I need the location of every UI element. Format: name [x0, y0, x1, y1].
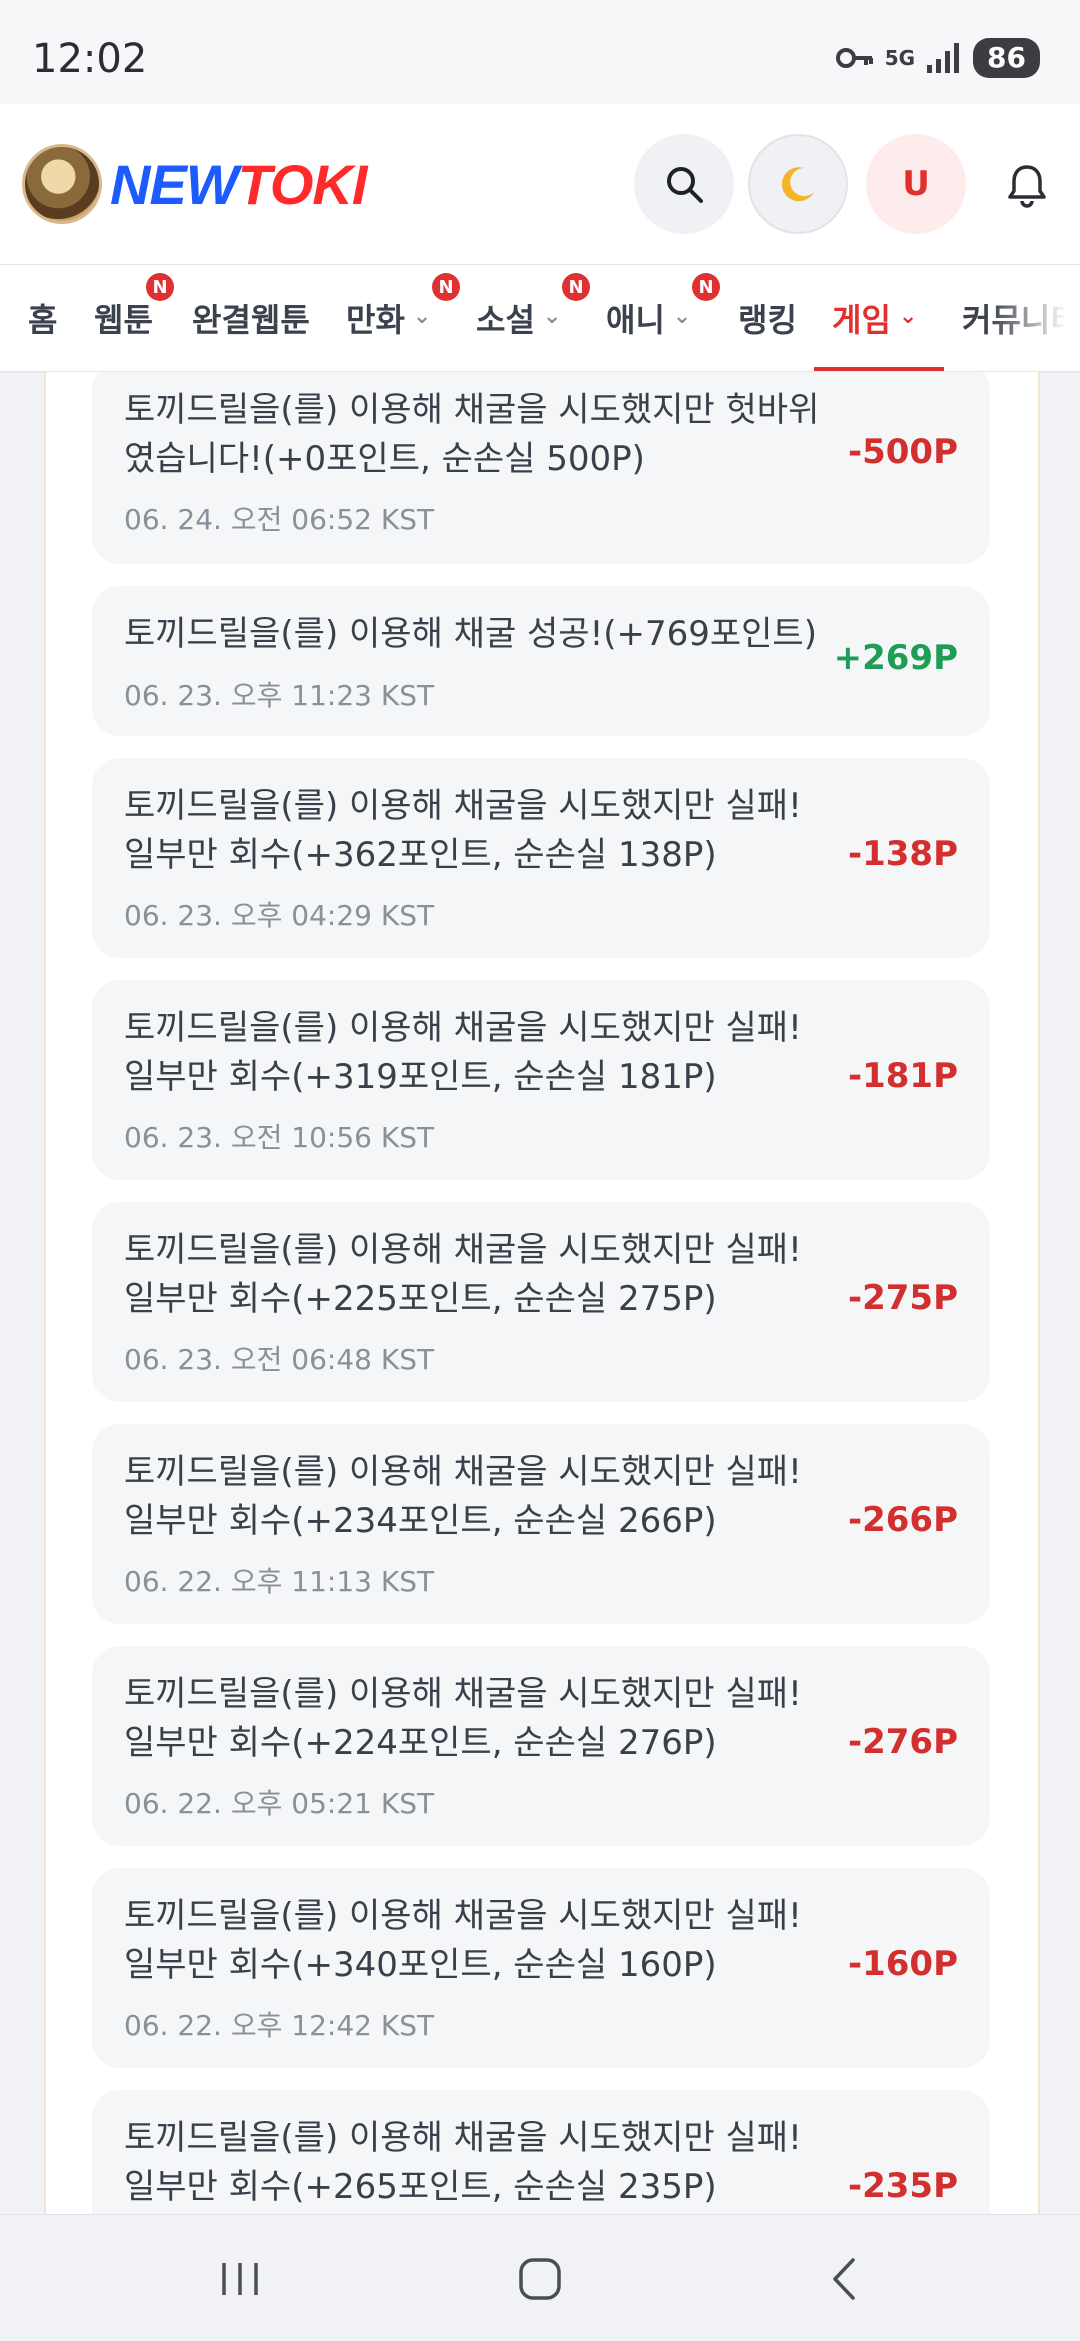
moon-icon — [781, 167, 814, 202]
history-amount: -500P — [847, 432, 958, 472]
history-text: 토끼드릴을(를) 이용해 채굴을 시도했지만 실패! 일부만 회수(+224포인… — [124, 1674, 802, 1763]
bell-icon — [1008, 165, 1046, 208]
history-text: 토끼드릴을(를) 이용해 채굴을 시도했지만 헛바위였습니다!(+0포인트, 순… — [124, 390, 820, 479]
nav-label: 소설 — [476, 301, 535, 339]
chevron-down-icon: ⌄ — [412, 303, 432, 329]
signal-icon — [927, 43, 960, 73]
vpn-key-icon — [835, 48, 873, 68]
nav-item-home[interactable]: 홈 — [28, 265, 57, 371]
nav-label: 애니 — [606, 301, 665, 339]
new-badge: N — [146, 273, 174, 301]
history-item: 토끼드릴을(를) 이용해 채굴을 시도했지만 실패! 일부만 회수(+265포인… — [92, 2090, 990, 2214]
nav-item-completed-webtoon[interactable]: 완결웹툰 — [192, 265, 310, 371]
history-time: 06. 23. 오후 04:29 KST — [124, 899, 435, 932]
history-text: 토끼드릴을(를) 이용해 채굴을 시도했지만 실패! 일부만 회수(+319포인… — [124, 1008, 802, 1097]
history-item: 토끼드릴을(를) 이용해 채굴 성공!(+769포인트) 06. 23. 오후 … — [92, 586, 990, 736]
system-nav-bar — [0, 2214, 1080, 2341]
history-item: 토끼드릴을(를) 이용해 채굴을 시도했지만 실패! 일부만 회수(+225포인… — [92, 1202, 990, 1402]
back-button[interactable] — [814, 2251, 874, 2307]
site-logo[interactable]: NEWTOKI — [110, 152, 368, 217]
history-amount: -275P — [847, 1278, 958, 1318]
history-text: 토끼드릴을(를) 이용해 채굴을 시도했지만 실패! 일부만 회수(+362포인… — [124, 786, 802, 875]
notification-button[interactable] — [1000, 158, 1054, 212]
history-time: 06. 23. 오전 10:56 KST — [124, 1121, 435, 1154]
history-time: 06. 22. 오후 11:13 KST — [124, 1565, 435, 1598]
history-item: 토끼드릴을(를) 이용해 채굴을 시도했지만 실패! 일부만 회수(+340포인… — [92, 1868, 990, 2068]
search-icon — [667, 167, 703, 203]
search-button[interactable] — [634, 134, 734, 234]
nav-label: 만화 — [346, 301, 405, 339]
new-badge: N — [692, 273, 720, 301]
home-button[interactable] — [510, 2251, 570, 2307]
nav-item-novel[interactable]: 소설 ⌄ — [476, 265, 561, 371]
status-icons: 5G 86 — [835, 38, 1040, 78]
history-time: 06. 23. 오전 06:48 KST — [124, 1343, 435, 1376]
chevron-down-icon: ⌄ — [898, 303, 918, 329]
chevron-down-icon: ⌄ — [542, 303, 562, 329]
recent-apps-icon — [222, 2263, 258, 2295]
history-amount: -181P — [847, 1056, 958, 1096]
history-item: 토끼드릴을(를) 이용해 채굴을 시도했지만 실패! 일부만 회수(+234포인… — [92, 1424, 990, 1624]
history-time: 06. 23. 오후 11:23 KST — [124, 679, 435, 712]
new-badge: N — [562, 273, 590, 301]
home-icon — [519, 2258, 561, 2300]
nav-item-ranking[interactable]: 랭킹 — [738, 265, 797, 371]
dark-mode-toggle[interactable] — [748, 134, 848, 234]
logo-toki-text: TOKI — [237, 153, 368, 216]
recent-apps-button[interactable] — [210, 2251, 270, 2307]
history-amount: -160P — [847, 1944, 958, 1984]
history-amount: -276P — [847, 1722, 958, 1762]
history-item: 토끼드릴을(를) 이용해 채굴을 시도했지만 실패! 일부만 회수(+224포인… — [92, 1646, 990, 1846]
history-text: 토끼드릴을(를) 이용해 채굴 성공!(+769포인트) — [124, 614, 817, 654]
category-nav: 홈 웹툰 N 완결웹툰 만화⌄ N 소설⌄ N 애니⌄ N 랭킹 게임⌄ 커뮤니… — [0, 264, 1080, 373]
nav-label: 완결웹툰 — [192, 301, 310, 339]
user-avatar-button[interactable]: U — [866, 134, 966, 234]
history-time: 06. 22. 오후 05:21 KST — [124, 1787, 435, 1820]
logo-mascot-icon[interactable] — [22, 144, 102, 224]
nav-scroll-fade — [990, 265, 1080, 371]
history-amount: -266P — [847, 1500, 958, 1540]
nav-label: 홈 — [28, 301, 58, 339]
history-amount: +269P — [833, 638, 958, 678]
app-header: NEWTOKI U — [0, 104, 1080, 264]
nav-item-anime[interactable]: 애니 ⌄ — [606, 265, 691, 371]
nav-item-manga[interactable]: 만화 ⌄ — [346, 265, 431, 371]
history-item: 토끼드릴을(를) 이용해 채굴을 시도했지만 헛바위였습니다!(+0포인트, 순… — [92, 372, 990, 564]
status-bar: 12:02 5G 86 — [0, 0, 1080, 104]
point-history-panel: 토끼드릴을(를) 이용해 채굴을 시도했지만 헛바위였습니다!(+0포인트, 순… — [44, 372, 1040, 2214]
battery-indicator: 86 — [973, 38, 1040, 78]
history-text: 토끼드릴을(를) 이용해 채굴을 시도했지만 실패! 일부만 회수(+265포인… — [124, 2118, 802, 2207]
back-icon — [833, 2258, 855, 2300]
nav-item-webtoon[interactable]: 웹툰 — [94, 265, 153, 371]
chevron-down-icon: ⌄ — [672, 303, 692, 329]
new-badge: N — [432, 273, 460, 301]
history-time: 06. 22. 오후 12:42 KST — [124, 2009, 435, 2042]
history-text: 토끼드릴을(를) 이용해 채굴을 시도했지만 실패! 일부만 회수(+234포인… — [124, 1452, 802, 1541]
history-text: 토끼드릴을(를) 이용해 채굴을 시도했지만 실패! 일부만 회수(+340포인… — [124, 1896, 802, 1985]
nav-label: 랭킹 — [738, 301, 797, 339]
nav-label: 게임 — [832, 301, 891, 339]
user-initial: U — [902, 164, 930, 204]
status-time: 12:02 — [32, 36, 148, 82]
logo-new-text: NEW — [110, 153, 239, 216]
network-type: 5G — [884, 46, 916, 70]
history-amount: -138P — [847, 834, 958, 874]
history-item: 토끼드릴을(를) 이용해 채굴을 시도했지만 실패! 일부만 회수(+319포인… — [92, 980, 990, 1180]
history-time: 06. 24. 오전 06:52 KST — [124, 503, 435, 536]
history-item: 토끼드릴을(를) 이용해 채굴을 시도했지만 실패! 일부만 회수(+362포인… — [92, 758, 990, 958]
nav-label: 웹툰 — [94, 301, 153, 339]
history-amount: -235P — [847, 2166, 958, 2206]
nav-item-game[interactable]: 게임 ⌄ — [832, 265, 917, 371]
history-text: 토끼드릴을(를) 이용해 채굴을 시도했지만 실패! 일부만 회수(+225포인… — [124, 1230, 802, 1319]
